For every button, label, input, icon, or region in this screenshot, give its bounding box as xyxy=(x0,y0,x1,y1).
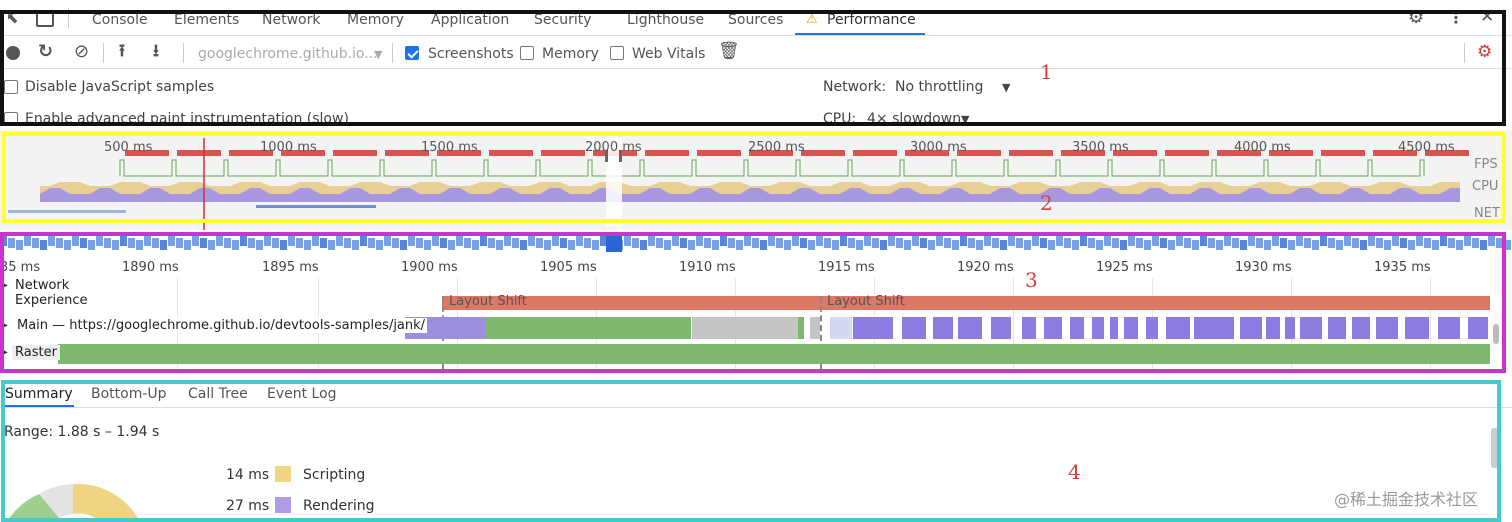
annotation-box-4 xyxy=(1,380,1501,522)
annotation-number-2: 2 xyxy=(1040,191,1053,215)
annotation-number-3: 3 xyxy=(1025,268,1038,292)
annotation-box-1 xyxy=(0,10,1506,126)
annotation-box-3 xyxy=(0,232,1506,373)
annotation-number-4: 4 xyxy=(1068,460,1081,484)
annotation-number-1: 1 xyxy=(1040,60,1053,84)
annotation-box-2 xyxy=(2,132,1506,223)
watermark: @稀土掘金技术社区 xyxy=(1334,490,1479,509)
